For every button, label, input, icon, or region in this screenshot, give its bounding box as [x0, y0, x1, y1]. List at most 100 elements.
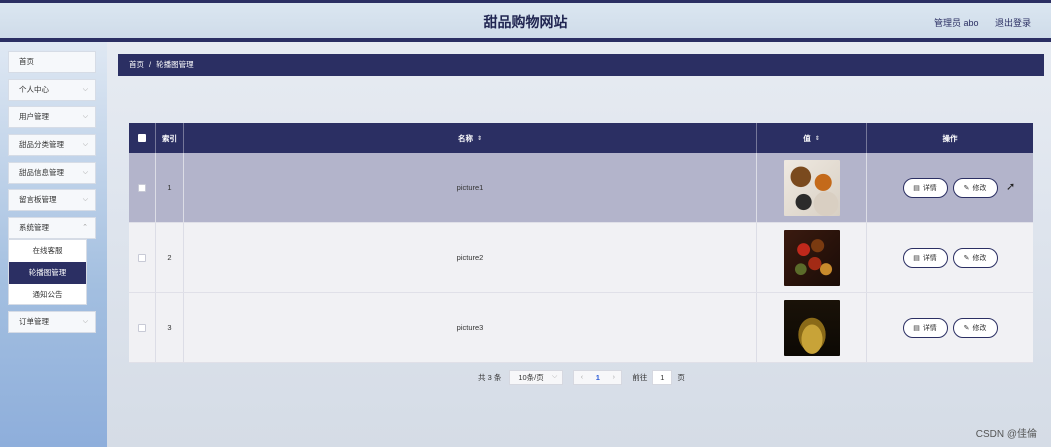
site-title: 甜品购物网站 — [483, 14, 568, 30]
row-index: 3 — [156, 293, 184, 362]
header-value[interactable]: 值 ⇕ — [757, 123, 867, 153]
table-row[interactable]: 1 picture1 ▤ 详情 ✎ 修改 — [129, 153, 1033, 223]
sidebar-item-dessert-category[interactable]: 甜品分类管理 ⌵ — [8, 134, 96, 156]
table-row[interactable]: 2 picture2 ▤ 详情 ✎ 修改 — [129, 223, 1033, 293]
detail-label: 详情 — [922, 324, 937, 332]
fruit-cake-image[interactable] — [783, 229, 840, 286]
watermark: CSDN @佳倫 — [975, 429, 1037, 440]
detail-label: 详情 — [922, 254, 937, 262]
pagination: 共 3 条 10条/页 ⌵ ‹ 1 › 前往 1 页 — [478, 369, 685, 385]
edit-button[interactable]: ✎ 修改 — [952, 247, 998, 268]
row-actions: ▤ 详情 ✎ 修改 — [867, 293, 1033, 362]
header-index: 索引 — [156, 123, 184, 153]
document-icon: ▤ — [913, 254, 920, 262]
breadcrumb-current: 轮播图管理 — [156, 60, 194, 69]
sidebar-item-message-board[interactable]: 留言板管理 ⌵ — [8, 189, 96, 211]
sidebar-item-personal-center[interactable]: 个人中心 ⌵ — [8, 79, 96, 101]
header-actions: 操作 — [942, 133, 958, 143]
header-name-label: 名称 — [457, 133, 473, 143]
sidebar-item-label: 个人中心 — [19, 85, 49, 94]
document-icon: ▤ — [913, 184, 920, 192]
pencil-icon: ✎ — [963, 254, 970, 262]
document-icon: ▤ — [913, 324, 920, 332]
row-checkbox-cell — [129, 153, 156, 222]
row-checkbox[interactable] — [138, 253, 146, 262]
chevron-down-icon: ⌵ — [552, 373, 558, 380]
chevron-down-icon: ⌵ — [82, 141, 88, 148]
row-checkbox[interactable] — [138, 183, 146, 192]
chevron-down-icon: ⌵ — [82, 318, 88, 325]
sidebar-item-system-management[interactable]: 系统管理 ⌃ — [8, 217, 96, 239]
logout-link[interactable]: 退出登录 — [995, 18, 1031, 28]
total-count: 共 3 条 — [478, 372, 502, 382]
page-size-select[interactable]: 10条/页 ⌵ — [509, 369, 564, 385]
row-name: picture1 — [184, 153, 757, 222]
row-index: 1 — [156, 153, 184, 222]
chevron-down-icon: ⌵ — [82, 196, 88, 203]
sidebar-item-label: 甜品分类管理 — [19, 140, 64, 149]
carousel-table: 索引 名称 ⇕ 值 ⇕ 操作 1 picture1 ▤ 详情 ✎ 修改 2 pictur… — [129, 123, 1033, 363]
user-info: 管理员 abo 退出登录 — [920, 16, 1031, 29]
breadcrumb-separator: / — [149, 60, 152, 69]
detail-button[interactable]: ▤ 详情 — [902, 177, 948, 198]
detail-button[interactable]: ▤ 详情 — [902, 317, 948, 338]
row-name: picture3 — [184, 293, 757, 362]
row-actions: ▤ 详情 ✎ 修改 — [867, 223, 1033, 292]
table-header: 索引 名称 ⇕ 值 ⇕ 操作 — [129, 123, 1033, 153]
page-unit-label: 页 — [677, 372, 685, 382]
row-checkbox-cell — [129, 223, 156, 292]
sidebar-item-home[interactable]: 首页 — [8, 51, 96, 73]
pencil-icon: ✎ — [963, 324, 970, 332]
row-name: picture2 — [184, 223, 757, 292]
submenu-item-carousel-management[interactable]: 轮播图管理 — [9, 262, 86, 284]
header-name[interactable]: 名称 ⇕ — [184, 123, 757, 153]
prev-page-icon[interactable]: ‹ — [581, 374, 583, 381]
goto-label: 前往 — [632, 372, 648, 382]
system-submenu: 在线客服 轮播图管理 通知公告 — [8, 239, 87, 305]
chevron-up-icon: ⌃ — [82, 224, 88, 231]
page-navigator: ‹ 1 › — [573, 369, 623, 385]
row-checkbox[interactable] — [138, 323, 146, 332]
dessert-plate-image[interactable] — [783, 159, 840, 216]
chevron-down-icon: ⌵ — [82, 86, 88, 93]
sidebar-item-label: 留言板管理 — [19, 195, 57, 204]
row-index: 2 — [156, 223, 184, 292]
mouse-cursor-icon: ➚ — [1006, 181, 1016, 193]
detail-button[interactable]: ▤ 详情 — [902, 247, 948, 268]
edit-label: 修改 — [972, 254, 987, 262]
submenu-item-online-service[interactable]: 在线客服 — [9, 240, 86, 262]
sidebar-item-dessert-info[interactable]: 甜品信息管理 ⌵ — [8, 162, 96, 184]
goto-page-input[interactable]: 1 — [652, 369, 673, 385]
detail-label: 详情 — [922, 184, 937, 192]
next-page-icon[interactable]: › — [613, 374, 615, 381]
breadcrumb: 首页 / 轮播图管理 — [118, 54, 1044, 76]
edit-button[interactable]: ✎ 修改 — [952, 177, 998, 198]
edit-button[interactable]: ✎ 修改 — [952, 317, 998, 338]
sidebar-item-label: 甜品信息管理 — [19, 168, 64, 177]
edit-label: 修改 — [972, 184, 987, 192]
row-value-cell — [757, 153, 867, 222]
breadcrumb-home[interactable]: 首页 — [129, 60, 144, 69]
sidebar-item-label: 首页 — [19, 57, 34, 66]
chevron-down-icon: ⌵ — [82, 169, 88, 176]
sort-icon[interactable]: ⇕ — [815, 135, 820, 142]
header-checkbox-cell — [129, 123, 156, 153]
current-page-number[interactable]: 1 — [596, 373, 600, 382]
sidebar-item-label: 系统管理 — [19, 223, 49, 232]
row-value-cell — [757, 223, 867, 292]
select-all-checkbox[interactable] — [138, 134, 146, 142]
sidebar-item-user-management[interactable]: 用户管理 ⌵ — [8, 106, 96, 128]
edit-label: 修改 — [972, 324, 987, 332]
admin-label: 管理员 abo — [933, 18, 979, 28]
honey-spoon-image[interactable] — [783, 299, 840, 356]
table-row[interactable]: 3 picture3 ▤ 详情 ✎ 修改 — [129, 293, 1033, 363]
sort-icon[interactable]: ⇕ — [477, 135, 482, 142]
chevron-down-icon: ⌵ — [82, 113, 88, 120]
top-header: 甜品购物网站 管理员 abo 退出登录 — [0, 0, 1051, 42]
sidebar-item-order-management[interactable]: 订单管理 ⌵ — [8, 311, 96, 333]
submenu-item-notice[interactable]: 通知公告 — [9, 284, 86, 306]
header-value-label: 值 — [803, 133, 811, 143]
row-checkbox-cell — [129, 293, 156, 362]
sidebar-item-label: 用户管理 — [19, 112, 49, 121]
row-value-cell — [757, 293, 867, 362]
